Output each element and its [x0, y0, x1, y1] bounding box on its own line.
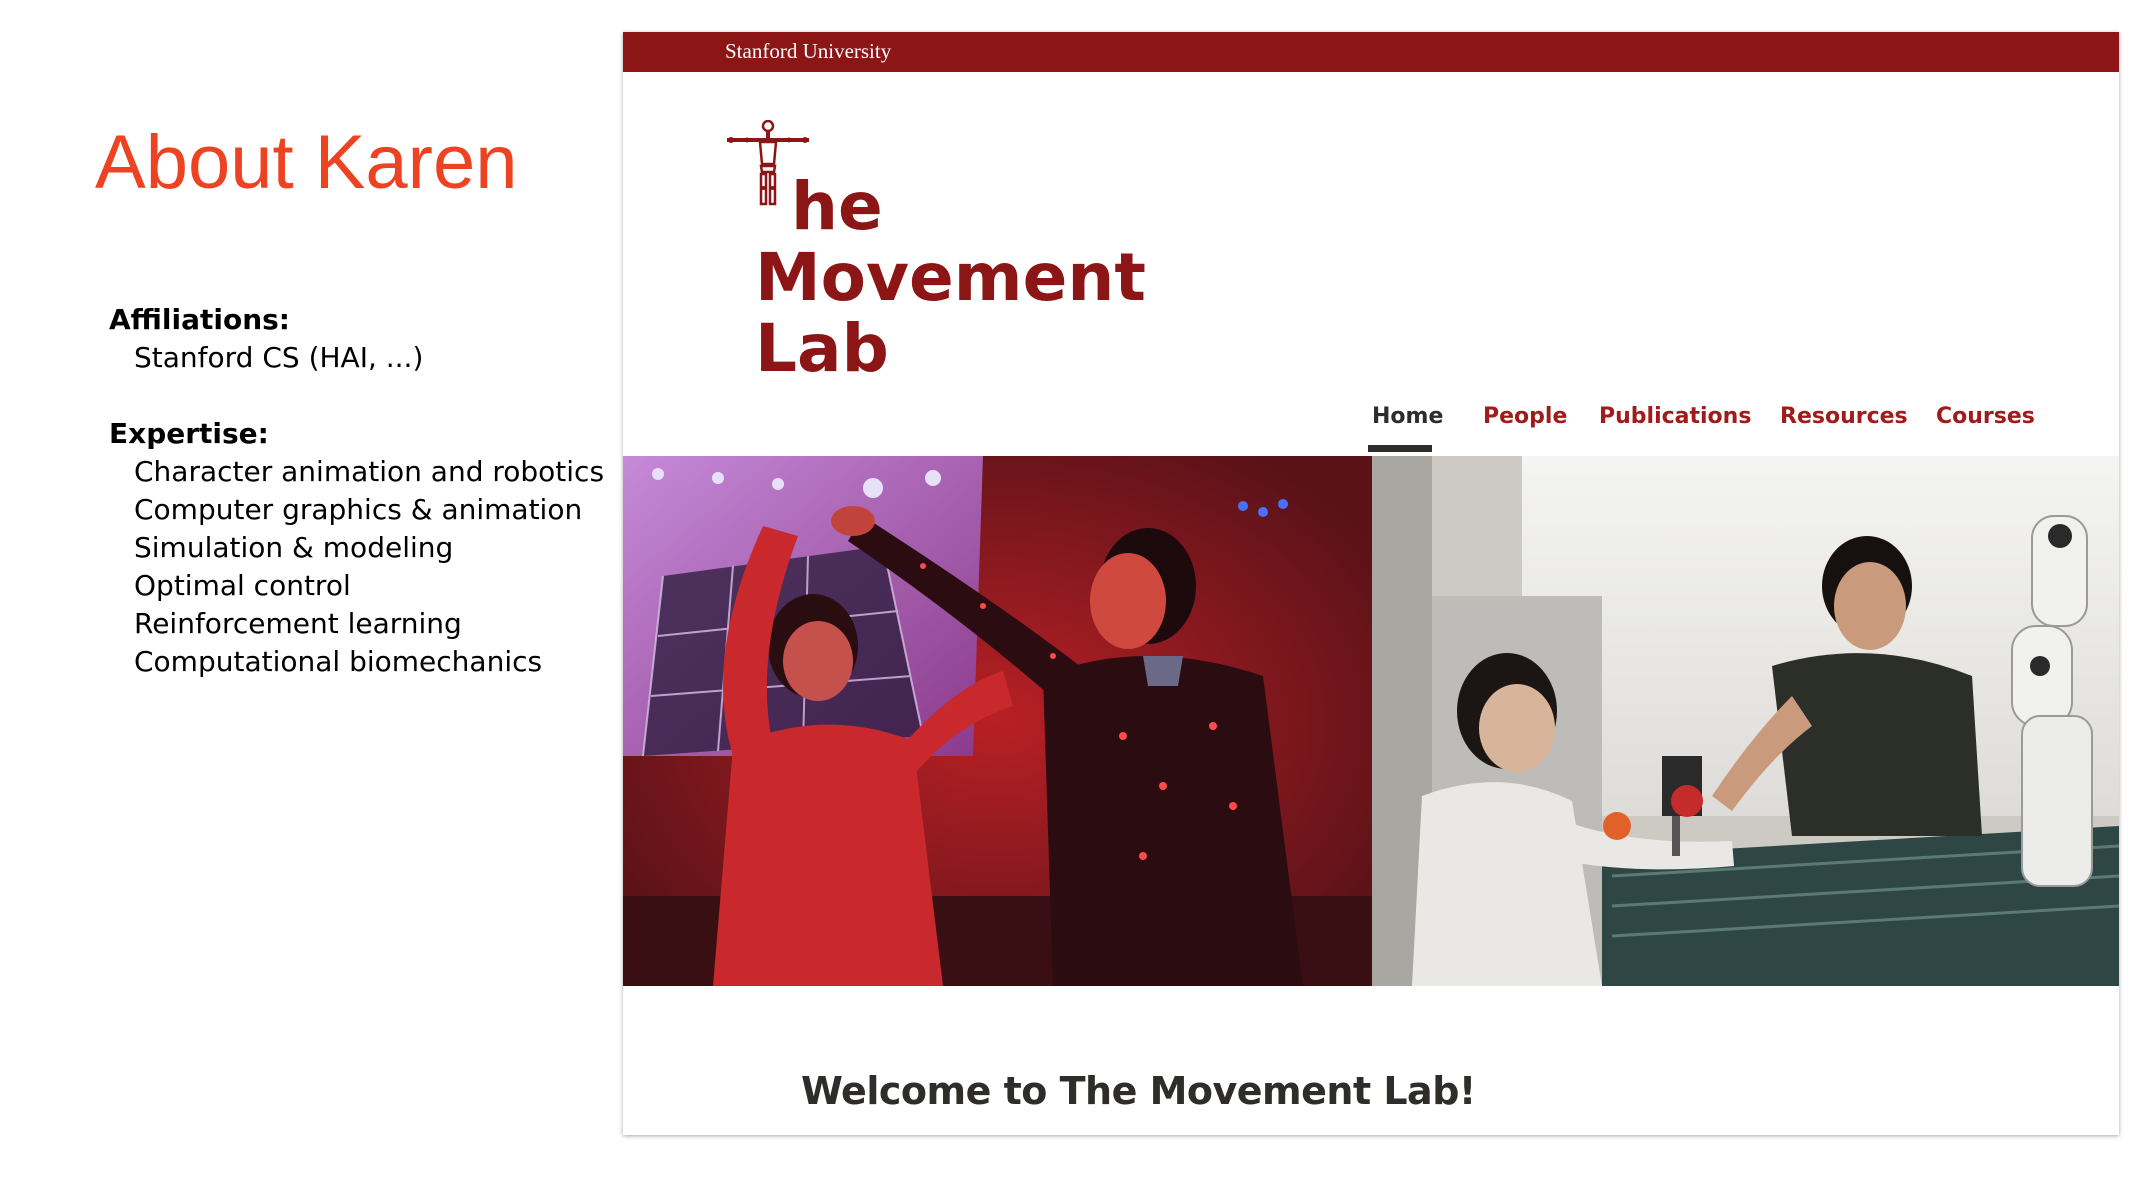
nav-active-indicator	[1368, 445, 1432, 452]
expertise-item: Reinforcement learning	[134, 607, 462, 640]
hero-photo-motion-capture	[623, 456, 1372, 986]
nav-people[interactable]: People	[1483, 404, 1567, 429]
affiliation-item: Stanford CS (HAI, ...)	[134, 341, 424, 374]
info-panel: Affiliations: Stanford CS (HAI, ...) Exp…	[109, 301, 629, 681]
expertise-item: Character animation and robotics	[134, 455, 605, 488]
affiliations-heading: Affiliations:	[109, 303, 291, 336]
nav-home[interactable]: Home	[1372, 404, 1443, 429]
expertise-item: Computer graphics & animation	[134, 493, 583, 526]
welcome-heading: Welcome to The Movement Lab!	[801, 1069, 1476, 1113]
nav-courses[interactable]: Courses	[1936, 404, 2035, 429]
slide-title: About Karen	[95, 120, 518, 205]
expertise-item: Computational biomechanics	[134, 645, 543, 678]
main-nav: Home People Publications Resources Cours…	[623, 32, 2119, 452]
nav-resources[interactable]: Resources	[1780, 404, 1908, 429]
expertise-heading: Expertise:	[109, 417, 269, 450]
hero-photo-robot-lab	[1372, 456, 2119, 986]
nav-publications[interactable]: Publications	[1599, 404, 1751, 429]
expertise-item: Optimal control	[134, 569, 351, 602]
expertise-item: Simulation & modeling	[134, 531, 454, 564]
website-screenshot: Stanford University he Movement Lab Home…	[623, 32, 2119, 1135]
